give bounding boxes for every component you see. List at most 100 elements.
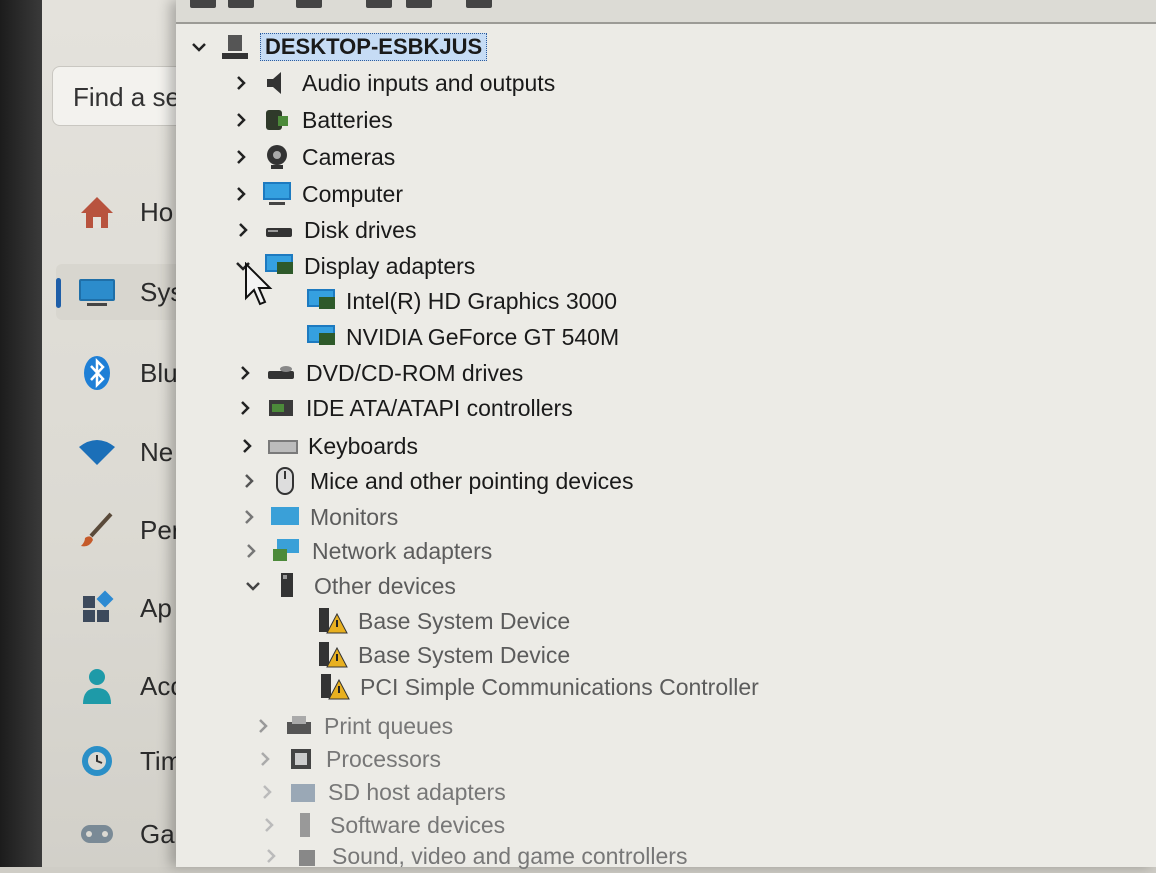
chevron-right-icon[interactable] <box>238 470 260 492</box>
system-icon <box>74 272 120 312</box>
category-label: IDE ATA/ATAPI controllers <box>306 394 573 421</box>
bluetooth-icon <box>74 353 120 393</box>
accounts-icon <box>74 666 120 706</box>
chevron-right-icon[interactable] <box>234 362 256 384</box>
device-label: Base System Device <box>358 641 571 668</box>
processor-icon <box>284 745 318 773</box>
computer-icon <box>260 180 294 208</box>
device-nvidia-geforce[interactable]: NVIDIA GeForce GT 540M <box>304 320 619 354</box>
category-software-devices[interactable]: Software devices <box>258 808 505 842</box>
printer-icon <box>282 712 316 740</box>
category-print-queues[interactable]: Print queues <box>252 709 453 743</box>
chevron-down-icon[interactable] <box>242 575 264 597</box>
back-icon[interactable] <box>190 0 216 8</box>
category-keyboards[interactable]: Keyboards <box>236 429 418 463</box>
keyboard-icon <box>266 432 300 460</box>
chevron-right-icon[interactable] <box>230 109 252 131</box>
category-sound-controllers[interactable]: Sound, video and game controllers <box>260 839 687 873</box>
monitor-icon <box>268 503 302 531</box>
device-pci-simple-comm-controller[interactable]: PCI Simple Communications Controller <box>318 670 759 704</box>
chevron-right-icon[interactable] <box>258 814 280 836</box>
nav-item-label: Ho <box>140 196 174 227</box>
personalization-icon <box>74 510 120 550</box>
chevron-right-icon[interactable] <box>238 506 260 528</box>
sound-controller-icon <box>290 842 324 870</box>
category-label: Mice and other pointing devices <box>310 467 634 494</box>
root-computer-name: DESKTOP-ESBKJUS <box>260 33 488 61</box>
category-processors[interactable]: Processors <box>254 742 441 776</box>
tree-root[interactable]: DESKTOP-ESBKJUS <box>188 30 488 64</box>
category-cameras[interactable]: Cameras <box>230 140 395 174</box>
category-other-devices[interactable]: Other devices <box>242 569 456 603</box>
device-label: Intel(R) HD Graphics 3000 <box>346 287 617 314</box>
category-mice[interactable]: Mice and other pointing devices <box>238 464 633 498</box>
category-disk-drives[interactable]: Disk drives <box>232 213 416 247</box>
chevron-right-icon[interactable] <box>256 781 278 803</box>
chevron-right-icon[interactable] <box>240 540 262 562</box>
nav-item-label: Ne <box>140 436 174 467</box>
screen-bezel <box>0 0 42 867</box>
home-icon <box>74 192 120 232</box>
category-dvd-drives[interactable]: DVD/CD-ROM drives <box>234 356 523 390</box>
device-label: PCI Simple Communications Controller <box>360 673 759 700</box>
category-label: Network adapters <box>312 537 493 564</box>
nav-item-label: Per <box>140 514 181 545</box>
chevron-right-icon[interactable] <box>254 748 276 770</box>
computer-root-icon <box>218 33 252 61</box>
view-icon[interactable] <box>406 0 432 8</box>
chevron-down-icon[interactable] <box>188 36 210 58</box>
category-label: Other devices <box>314 572 456 599</box>
software-device-icon <box>288 811 322 839</box>
toolbar <box>176 0 1156 24</box>
category-label: Audio inputs and outputs <box>302 69 556 96</box>
unknown-device-icon <box>272 572 306 600</box>
category-batteries[interactable]: Batteries <box>230 103 393 137</box>
category-label: Print queues <box>324 712 454 739</box>
network-adapter-icon <box>270 537 304 565</box>
device-base-system-device-2[interactable]: Base System Device <box>316 638 570 672</box>
warning-device-icon <box>316 607 350 635</box>
forward-icon[interactable] <box>228 0 254 8</box>
display-adapter-icon <box>304 287 338 315</box>
ide-controller-icon <box>264 394 298 422</box>
chevron-right-icon[interactable] <box>260 845 282 867</box>
gaming-icon <box>74 814 120 854</box>
category-ide-controllers[interactable]: IDE ATA/ATAPI controllers <box>234 391 573 425</box>
help-icon[interactable] <box>366 0 392 8</box>
device-label: NVIDIA GeForce GT 540M <box>346 323 620 350</box>
category-label: Processors <box>326 745 442 772</box>
category-monitors[interactable]: Monitors <box>238 500 398 534</box>
category-label: Sound, video and game controllers <box>332 842 688 869</box>
category-label: Keyboards <box>308 432 418 459</box>
device-base-system-device-1[interactable]: Base System Device <box>316 604 570 638</box>
scan-icon[interactable] <box>466 0 492 8</box>
mouse-icon <box>268 467 302 495</box>
category-label: Software devices <box>330 811 506 838</box>
category-computer[interactable]: Computer <box>230 177 403 211</box>
chevron-right-icon[interactable] <box>234 397 256 419</box>
time-icon <box>74 741 120 781</box>
properties-icon[interactable] <box>296 0 322 8</box>
category-label: Display adapters <box>304 252 476 279</box>
device-manager-window: DESKTOP-ESBKJUS Audio inputs and outputs… <box>176 0 1156 869</box>
category-audio[interactable]: Audio inputs and outputs <box>230 66 555 100</box>
sd-adapter-icon <box>286 778 320 806</box>
chevron-right-icon[interactable] <box>230 146 252 168</box>
nav-item-label: Ga <box>140 818 175 849</box>
nav-item-label: Blu <box>140 357 178 388</box>
battery-icon <box>260 106 294 134</box>
device-intel-hd-graphics[interactable]: Intel(R) HD Graphics 3000 <box>304 284 617 318</box>
chevron-right-icon[interactable] <box>252 715 274 737</box>
disk-drive-icon <box>262 216 296 244</box>
category-label: Disk drives <box>304 216 417 243</box>
device-tree: DESKTOP-ESBKJUS Audio inputs and outputs… <box>176 24 1156 869</box>
chevron-right-icon[interactable] <box>232 219 254 241</box>
chevron-right-icon[interactable] <box>230 183 252 205</box>
category-sd-host-adapters[interactable]: SD host adapters <box>256 775 506 809</box>
warning-device-icon <box>318 673 352 701</box>
category-network-adapters[interactable]: Network adapters <box>240 534 492 568</box>
category-label: SD host adapters <box>328 778 506 805</box>
chevron-right-icon[interactable] <box>230 72 252 94</box>
category-label: Monitors <box>310 503 399 530</box>
chevron-right-icon[interactable] <box>236 435 258 457</box>
